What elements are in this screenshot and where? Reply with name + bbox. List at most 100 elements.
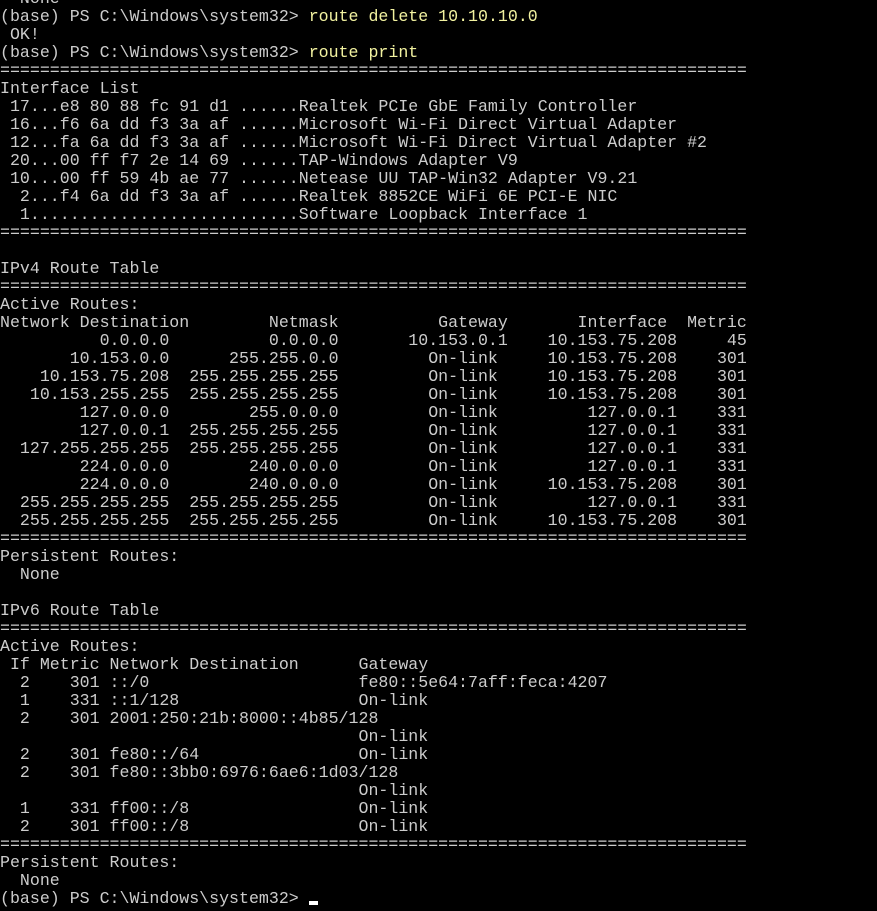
- output-text: 2 301 ff00::/8 On-link: [0, 817, 429, 836]
- output-text: None: [0, 871, 60, 890]
- output-line: 12...fa 6a dd f3 3a af ......Microsoft W…: [0, 134, 747, 152]
- prompt-line: (base) PS C:\Windows\system32>: [0, 890, 747, 908]
- output-text: ========================================…: [0, 223, 747, 242]
- output-text: Active Routes:: [0, 295, 140, 314]
- output-text: 1 331 ::1/128 On-link: [0, 691, 429, 710]
- output-line: ========================================…: [0, 620, 747, 638]
- output-line: ========================================…: [0, 62, 747, 80]
- output-line: 127.255.255.255 255.255.255.255 On-link …: [0, 440, 747, 458]
- output-text: ========================================…: [0, 619, 747, 638]
- output-line: 255.255.255.255 255.255.255.255 On-link …: [0, 512, 747, 530]
- output-text: ========================================…: [0, 529, 747, 548]
- output-line: ========================================…: [0, 278, 747, 296]
- output-text: Network Destination Netmask Gateway Inte…: [0, 313, 747, 332]
- output-text: 20...00 ff f7 2e 14 69 ......TAP-Windows…: [0, 151, 518, 170]
- prompt-line: (base) PS C:\Windows\system32> route pri…: [0, 44, 747, 62]
- output-text: None: [0, 565, 60, 584]
- output-line: IPv4 Route Table: [0, 260, 747, 278]
- output-line: 2 301 fe80::3bb0:6976:6ae6:1d03/128: [0, 764, 747, 782]
- output-text: 255.255.255.255 255.255.255.255 On-link …: [0, 493, 747, 512]
- output-text: 2...f4 6a dd f3 3a af ......Realtek 8852…: [0, 187, 618, 206]
- output-text: 10.153.0.0 255.255.0.0 On-link 10.153.75…: [0, 349, 747, 368]
- output-line: 16...f6 6a dd f3 3a af ......Microsoft W…: [0, 116, 747, 134]
- shell-prompt: (base) PS C:\Windows\system32>: [0, 889, 309, 908]
- output-line: 17...e8 80 88 fc 91 d1 ......Realtek PCI…: [0, 98, 747, 116]
- output-text: If Metric Network Destination Gateway: [0, 655, 429, 674]
- output-text: ========================================…: [0, 277, 747, 296]
- output-line: ========================================…: [0, 836, 747, 854]
- output-text: 2 301 fe80::/64 On-link: [0, 745, 429, 764]
- output-line: Persistent Routes:: [0, 548, 747, 566]
- output-line: 2 301 ::/0 fe80::5e64:7aff:feca:4207: [0, 674, 747, 692]
- output-line: 10.153.255.255 255.255.255.255 On-link 1…: [0, 386, 747, 404]
- output-text: Persistent Routes:: [0, 547, 180, 566]
- text-cursor[interactable]: [308, 901, 318, 905]
- output-line: ========================================…: [0, 224, 747, 242]
- output-text: On-link: [0, 781, 429, 800]
- output-text: 10...00 ff 59 4b ae 77 ......Netease UU …: [0, 169, 638, 188]
- output-line: 10.153.0.0 255.255.0.0 On-link 10.153.75…: [0, 350, 747, 368]
- output-line: 20...00 ff f7 2e 14 69 ......TAP-Windows…: [0, 152, 747, 170]
- output-line: On-link: [0, 782, 747, 800]
- command-text: route delete 10.10.10.0: [308, 7, 538, 26]
- output-text: 10.153.75.208 255.255.255.255 On-link 10…: [0, 367, 747, 386]
- output-line: If Metric Network Destination Gateway: [0, 656, 747, 674]
- output-line: ========================================…: [0, 530, 747, 548]
- output-text: Active Routes:: [0, 637, 140, 656]
- output-line: 224.0.0.0 240.0.0.0 On-link 127.0.0.1 33…: [0, 458, 747, 476]
- output-text: 10.153.255.255 255.255.255.255 On-link 1…: [0, 385, 747, 404]
- output-line: Active Routes:: [0, 638, 747, 656]
- output-text: Persistent Routes:: [0, 853, 180, 872]
- output-text: 255.255.255.255 255.255.255.255 On-link …: [0, 511, 747, 530]
- output-line: 10...00 ff 59 4b ae 77 ......Netease UU …: [0, 170, 747, 188]
- output-text: IPv4 Route Table: [0, 259, 160, 278]
- output-line: IPv6 Route Table: [0, 602, 747, 620]
- output-line: None: [0, 566, 747, 584]
- output-line: Interface List: [0, 80, 747, 98]
- output-text: IPv6 Route Table: [0, 601, 160, 620]
- shell-prompt: (base) PS C:\Windows\system32>: [0, 43, 309, 62]
- shell-prompt: (base) PS C:\Windows\system32>: [0, 7, 309, 26]
- output-line: None: [0, 872, 747, 890]
- output-text: 17...e8 80 88 fc 91 d1 ......Realtek PCI…: [0, 97, 638, 116]
- output-text: 2 301 fe80::3bb0:6976:6ae6:1d03/128: [0, 763, 399, 782]
- output-line: 2...f4 6a dd f3 3a af ......Realtek 8852…: [0, 188, 747, 206]
- output-text: 2 301 ::/0 fe80::5e64:7aff:feca:4207: [0, 673, 608, 692]
- output-line: OK!: [0, 26, 747, 44]
- output-text: 1...........................Software Loo…: [0, 205, 588, 224]
- prompt-line: (base) PS C:\Windows\system32> route del…: [0, 8, 747, 26]
- terminal-window[interactable]: None(base) PS C:\Windows\system32> route…: [0, 0, 877, 911]
- output-line: 0.0.0.0 0.0.0.0 10.153.0.1 10.153.75.208…: [0, 332, 747, 350]
- output-line: 127.0.0.0 255.0.0.0 On-link 127.0.0.1 33…: [0, 404, 747, 422]
- output-line: Persistent Routes:: [0, 854, 747, 872]
- output-text: 0.0.0.0 0.0.0.0 10.153.0.1 10.153.75.208…: [0, 331, 747, 350]
- output-text: 127.255.255.255 255.255.255.255 On-link …: [0, 439, 747, 458]
- output-line: 2 301 ff00::/8 On-link: [0, 818, 747, 836]
- output-text: ========================================…: [0, 61, 747, 80]
- output-line: Network Destination Netmask Gateway Inte…: [0, 314, 747, 332]
- terminal-output: None(base) PS C:\Windows\system32> route…: [0, 0, 747, 908]
- output-line: 255.255.255.255 255.255.255.255 On-link …: [0, 494, 747, 512]
- command-text: route print: [308, 43, 419, 62]
- output-text: 224.0.0.0 240.0.0.0 On-link 10.153.75.20…: [0, 475, 747, 494]
- output-line: 10.153.75.208 255.255.255.255 On-link 10…: [0, 368, 747, 386]
- output-text: 12...fa 6a dd f3 3a af ......Microsoft W…: [0, 133, 708, 152]
- output-line: 1...........................Software Loo…: [0, 206, 747, 224]
- output-line: On-link: [0, 728, 747, 746]
- output-text: 127.0.0.1 255.255.255.255 On-link 127.0.…: [0, 421, 747, 440]
- output-text: 2 301 2001:250:21b:8000::4b85/128: [0, 709, 379, 728]
- output-text: ========================================…: [0, 835, 747, 854]
- output-text: 1 331 ff00::/8 On-link: [0, 799, 429, 818]
- output-line: 2 301 fe80::/64 On-link: [0, 746, 747, 764]
- output-text: 224.0.0.0 240.0.0.0 On-link 127.0.0.1 33…: [0, 457, 747, 476]
- output-line: 1 331 ::1/128 On-link: [0, 692, 747, 710]
- output-line: 127.0.0.1 255.255.255.255 On-link 127.0.…: [0, 422, 747, 440]
- output-line: 2 301 2001:250:21b:8000::4b85/128: [0, 710, 747, 728]
- output-text: On-link: [0, 727, 429, 746]
- output-line: Active Routes:: [0, 296, 747, 314]
- output-text: OK!: [0, 25, 40, 44]
- output-line: 1 331 ff00::/8 On-link: [0, 800, 747, 818]
- output-text: 16...f6 6a dd f3 3a af ......Microsoft W…: [0, 115, 678, 134]
